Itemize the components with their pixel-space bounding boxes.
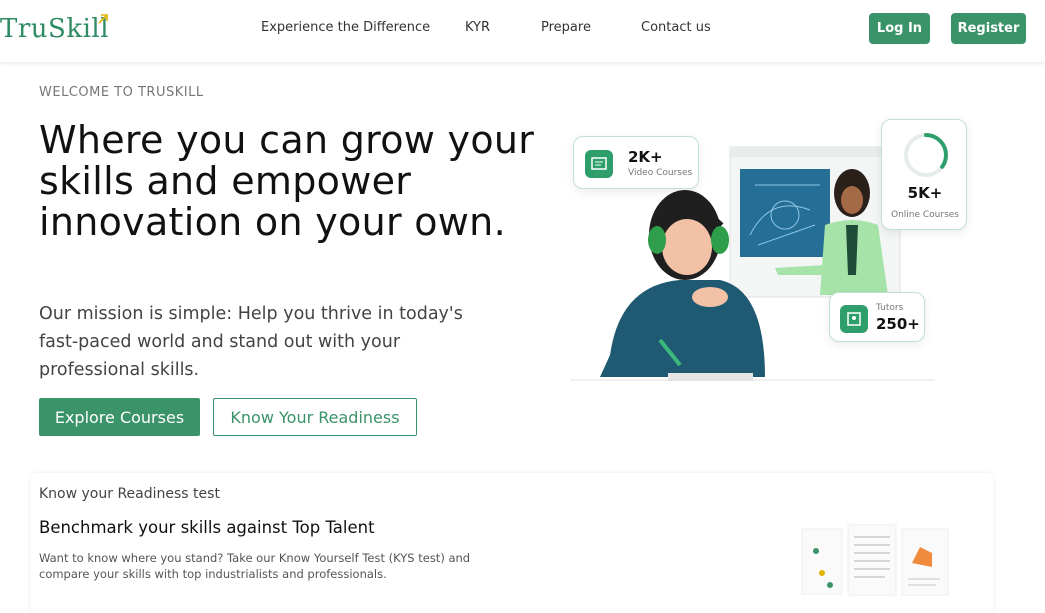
video-courses-card: 2K+ Video Courses — [573, 136, 699, 189]
kyr-report-thumbnail — [801, 524, 949, 596]
hero-subtitle: Our mission is simple: Help you thrive i… — [39, 304, 463, 380]
nav-contact-us[interactable]: Contact us — [641, 20, 711, 35]
top-navigation-bar: TruSkill Experience the Difference KYR P… — [0, 0, 1045, 62]
kyr-section-description: Want to know where you stand? Take our K… — [39, 551, 471, 581]
welcome-eyebrow: WELCOME TO TRUSKILL — [39, 85, 204, 100]
kyr-section-label: Know your Readiness test — [39, 486, 220, 502]
video-course-icon — [585, 150, 613, 178]
know-your-readiness-button[interactable]: Know Your Readiness — [213, 398, 417, 436]
nav-kyr[interactable]: KYR — [465, 20, 490, 35]
tutor-icon — [840, 305, 868, 333]
hero-illustration: 2K+ Video Courses 5K+ Online Courses Tut… — [570, 115, 970, 385]
kyr-section-title: Benchmark your skills against Top Talent — [39, 518, 375, 537]
tutors-count: 250+ — [876, 315, 920, 333]
nav-experience-the-difference[interactable]: Experience the Difference — [261, 20, 430, 35]
tutors-card: Tutors 250+ — [829, 292, 925, 342]
nav-prepare[interactable]: Prepare — [541, 20, 591, 35]
tutors-label: Tutors — [876, 303, 904, 313]
register-button[interactable]: Register — [951, 13, 1026, 44]
login-button[interactable]: Log In — [869, 13, 930, 44]
explore-courses-button[interactable]: Explore Courses — [39, 398, 200, 436]
hero-title: Where you can grow your skills and empow… — [39, 118, 535, 244]
online-courses-card: 5K+ Online Courses — [881, 119, 967, 230]
video-courses-label: Video Courses — [628, 168, 693, 178]
online-courses-count: 5K+ — [907, 184, 943, 202]
video-courses-count: 2K+ — [628, 148, 663, 166]
online-courses-progress-ring — [904, 133, 948, 177]
online-courses-label: Online Courses — [890, 210, 959, 220]
logo-arrow-icon — [98, 14, 108, 24]
truskill-logo[interactable]: TruSkill — [0, 14, 109, 44]
